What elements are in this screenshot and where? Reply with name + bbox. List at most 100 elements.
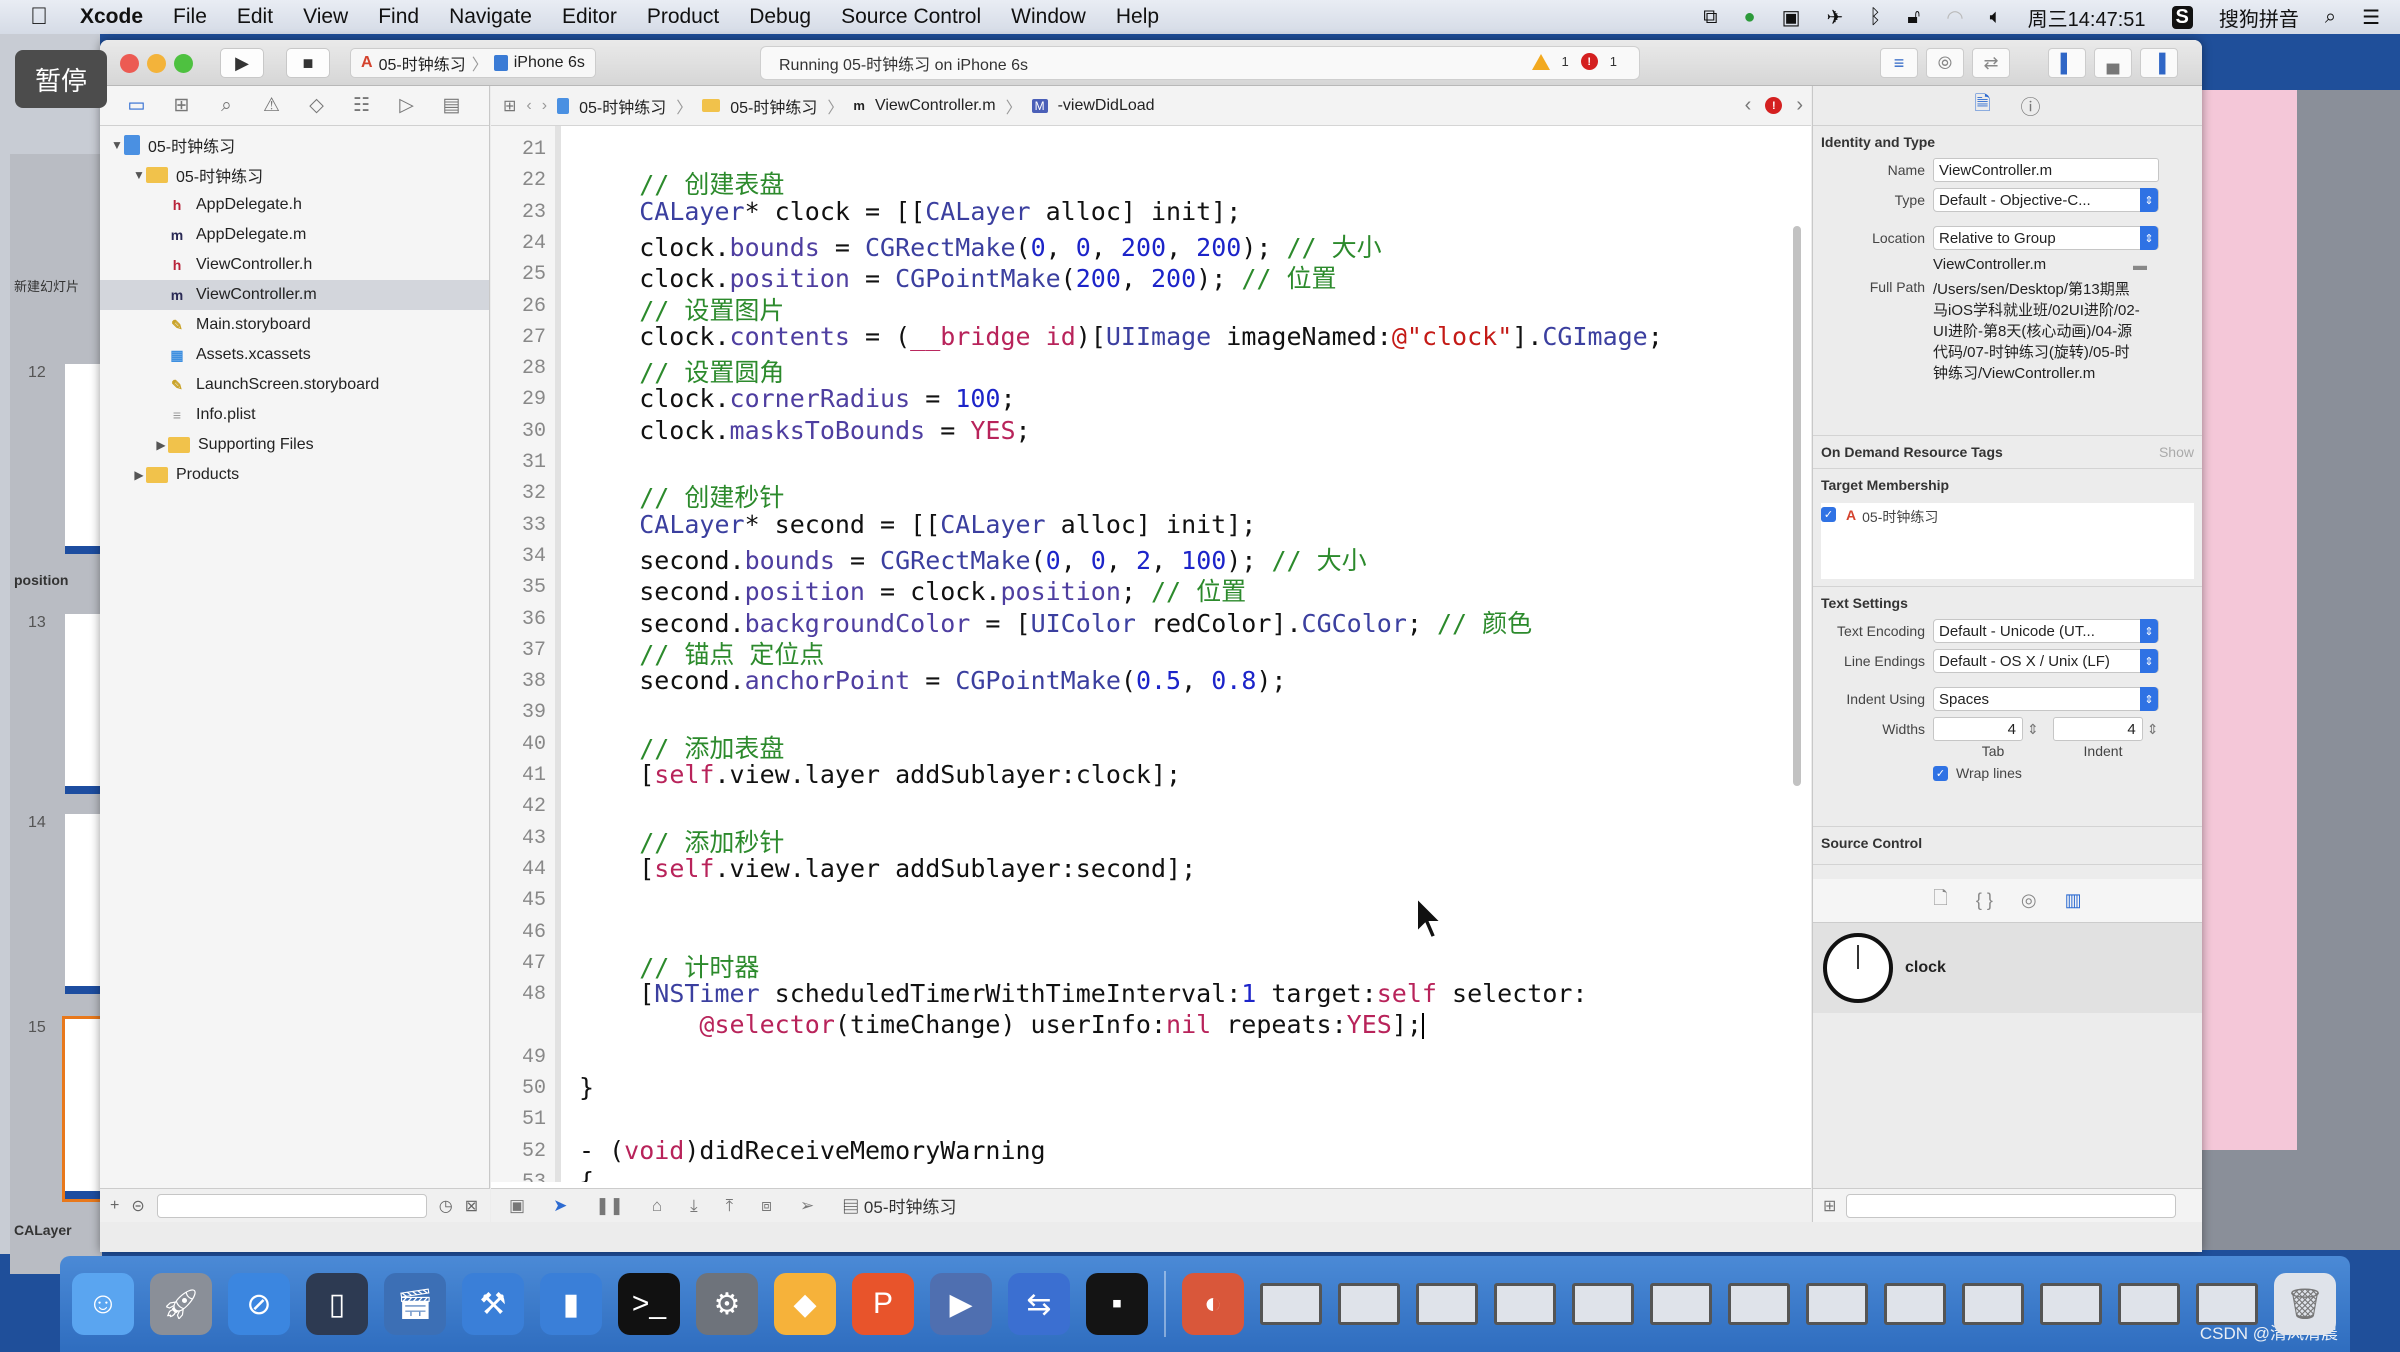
file-tree-item[interactable]: ✎ LaunchScreen.storyboard [100,370,489,400]
menu-debug[interactable]: Debug [749,5,811,29]
menu-edit[interactable]: Edit [237,5,273,29]
file-template-library-icon[interactable]: 🗋︎ [1933,886,1947,916]
indent-using-popup[interactable]: Spaces ⇕ [1933,687,2159,711]
line-number[interactable]: 38 [491,670,546,693]
file-tree-item[interactable]: h AppDelegate.h [100,190,489,220]
file-tree-item[interactable]: ▼ 05-时钟练习 [100,160,489,190]
console-dock-icon[interactable]: ▪ [1086,1273,1148,1335]
line-number[interactable]: 47 [491,952,546,975]
minimized-window-dock-icon[interactable] [1494,1283,1556,1325]
line-number[interactable]: 29 [491,388,546,411]
wrap-lines-checkbox[interactable]: ✓ [1933,765,1948,781]
report-navigator-tab-chat-icon[interactable]: ▤ [429,94,474,117]
file-tree-item[interactable]: ≡ Info.plist [100,400,489,430]
back-arrow-icon[interactable]: ‹ [526,97,531,115]
find-navigator-tab-search-icon[interactable]: ⌕ [204,95,249,117]
file-tree-item[interactable]: ✎ Main.storyboard [100,310,489,340]
next-issue-icon[interactable]: › [1796,94,1803,117]
related-items-icon[interactable]: ⊞ [503,96,516,116]
trash-dock-icon[interactable]: 🗑︎ [2274,1273,2336,1335]
line-endings-popup[interactable]: Default - OS X / Unix (LF) ⇕ [1933,649,2159,673]
tab-width-stepper[interactable]: ⇕ [2027,721,2039,738]
volume-icon[interactable]: 🔈︎ [1990,6,2002,29]
step-over-icon[interactable]: ⌂ [652,1196,662,1216]
line-number[interactable]: 40 [491,733,546,756]
teamviewer-dock-icon[interactable]: ⇆ [1008,1273,1070,1335]
media-library-icon[interactable]: ▥ [2065,890,2082,911]
file-tree-item[interactable]: h ViewController.h [100,250,489,280]
warning-icon[interactable] [1531,53,1550,70]
system-preferences-dock-icon[interactable]: ⚙ [696,1273,758,1335]
add-file-icon[interactable]: + [110,1197,119,1215]
input-method-icon[interactable]: S [2171,5,2193,29]
code-line[interactable]: [NSTimer scheduledTimerWithTimeInterval:… [579,979,1587,1008]
code-line[interactable]: } [579,1073,594,1102]
quicktime-dock-icon[interactable]: ▶ [930,1273,992,1335]
breadcrumb-group[interactable]: 05-时钟练习 [730,94,817,118]
line-number[interactable]: 33 [491,514,546,537]
line-number[interactable]: 36 [491,608,546,631]
version-editor-button[interactable]: ⇄ [1972,48,2010,78]
menu-product[interactable]: Product [647,5,719,29]
minimized-window-dock-icon[interactable] [2196,1283,2258,1325]
line-number[interactable]: 49 [491,1046,546,1069]
breakpoint-navigator-tab-tag-icon[interactable]: ▷ [384,94,429,117]
file-tree-item[interactable]: m AppDelegate.m [100,220,489,250]
clock-text[interactable]: 周三14:47:51 [2028,3,2146,32]
minimized-window-dock-icon[interactable] [1650,1283,1712,1325]
breadcrumb-project[interactable]: 05-时钟练习 [579,94,666,118]
slide-thumbnail[interactable] [62,1016,108,1202]
indent-width-field[interactable]: 4 [2052,717,2143,741]
step-out-icon[interactable]: ⤒ [726,1196,734,1216]
minimized-window-dock-icon[interactable] [1338,1283,1400,1325]
line-number[interactable]: 42 [491,795,546,818]
toggle-utilities-button[interactable]: ▐ [2140,48,2178,78]
location-popup[interactable]: Relative to Group ⇕ [1933,226,2159,250]
line-number[interactable]: 23 [491,201,546,224]
toggle-debug-area-button[interactable]: ▄ [2094,48,2132,78]
media-play-icon[interactable]: ● [1743,6,1755,29]
line-number[interactable]: 37 [491,639,546,662]
editor-scrollbar[interactable] [1793,226,1801,786]
airplane-icon[interactable]: ✈ [1826,5,1843,30]
target-checkbox[interactable]: ✓ [1821,507,1836,522]
navigator-filter-input[interactable] [156,1193,427,1218]
pause-badge[interactable]: 暂停 [15,50,107,108]
minimized-window-dock-icon[interactable] [1806,1283,1868,1325]
menu-file[interactable]: File [173,5,207,29]
code-line[interactable]: @selector(timeChange) userInfo:nil repea… [579,1010,1424,1040]
assistant-editor-button[interactable]: ⦾ [1926,48,1964,78]
menu-source-control[interactable]: Source Control [841,5,981,29]
code-line[interactable]: [self.view.layer addSublayer:second]; [579,854,1196,883]
quick-help-tab-question-icon[interactable]: ⓘ [2021,91,2041,120]
minimized-window-dock-icon[interactable] [1572,1283,1634,1325]
xcode-dock-icon[interactable]: ⚒ [462,1273,524,1335]
safari-dock-icon[interactable]: ⊘ [228,1273,290,1335]
library-filter-input[interactable] [1846,1193,2177,1218]
scm-filter-icon[interactable]: ⊠ [465,1196,478,1216]
file-tree-item[interactable]: ▶ Supporting Files [100,430,489,460]
file-tree-item[interactable]: ▼ 05-时钟练习 [100,130,489,160]
issue-error-icon[interactable]: ! [1765,97,1783,114]
code-line[interactable]: [self.view.layer addSublayer:clock]; [579,760,1181,789]
slide-section[interactable]: position [14,572,68,588]
forward-arrow-icon[interactable]: › [542,97,547,115]
line-number[interactable]: 34 [491,545,546,568]
wps-dock-icon[interactable]: P [852,1273,914,1335]
issue-navigator-tab-warning-icon[interactable]: ⚠ [249,94,294,117]
mouse-dock-icon[interactable]: ▯ [306,1273,368,1335]
indent-width-stepper[interactable]: ⇕ [2147,721,2159,738]
minimized-window-dock-icon[interactable] [1962,1283,2024,1325]
code-area[interactable]: 21 22 // 创建表盘 23 CALayer* clock = [[CALaye… [491,126,1791,1182]
line-number[interactable]: 35 [491,576,546,599]
target-selector[interactable]: ▤ 05-时钟练习 [842,1193,956,1218]
hide-debug-area-icon[interactable]: ▣ [509,1196,525,1216]
code-line[interactable]: clock.masksToBounds = YES; [579,416,1030,445]
menu-navigate[interactable]: Navigate [449,5,532,29]
line-number[interactable]: 22 [491,169,546,192]
error-count[interactable]: 1 [1610,54,1617,69]
wifi-icon[interactable]: ◠ [1946,5,1963,30]
line-number[interactable]: 52 [491,1140,546,1163]
error-icon[interactable]: ! [1580,53,1598,70]
minimize-window-button[interactable] [147,54,166,73]
